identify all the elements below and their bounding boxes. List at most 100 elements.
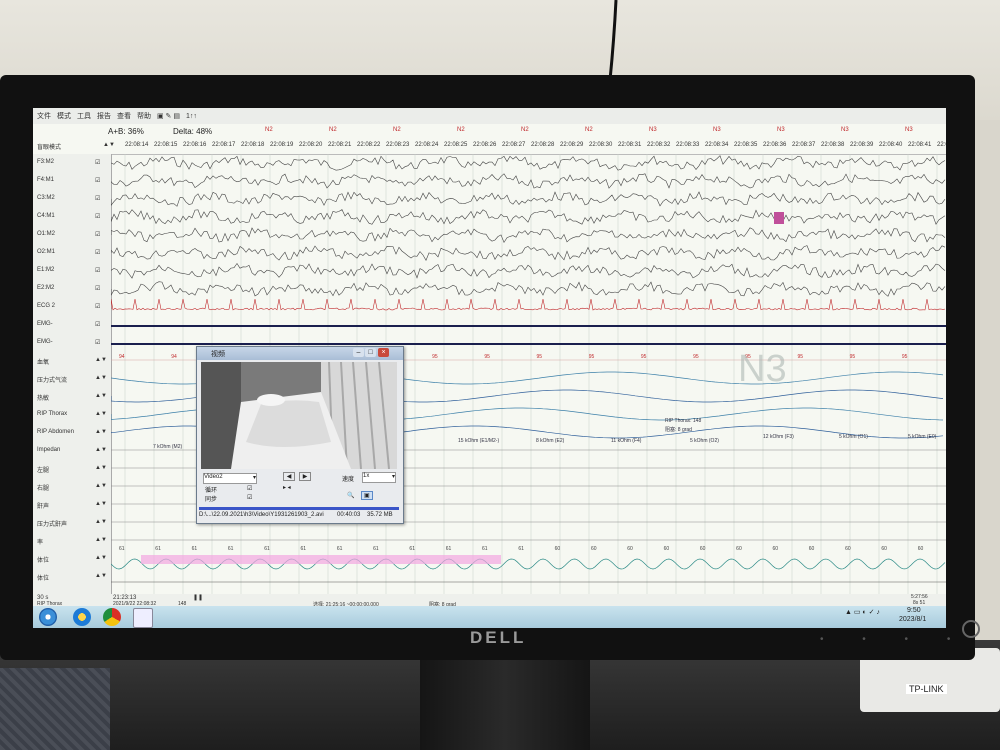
video-window-title: 视频 bbox=[211, 351, 225, 358]
clock-date[interactable]: 2023/8/1 bbox=[899, 616, 926, 623]
channel-control[interactable]: ▲▼ bbox=[95, 573, 107, 579]
menu-mode[interactable]: 模式 bbox=[57, 111, 71, 121]
next-frame-button[interactable]: ▶ bbox=[299, 472, 311, 481]
prev-frame-button[interactable]: ◀ bbox=[283, 472, 295, 481]
video-window-titlebar[interactable]: 视频 – □ × bbox=[197, 347, 403, 360]
tray-icons[interactable]: ▲ ▭ ◐ ✓ ♪ bbox=[845, 609, 880, 616]
channel-control[interactable]: ▲▼ bbox=[95, 465, 107, 471]
channel-row[interactable]: EMG- ☑ bbox=[33, 316, 111, 334]
chrome-icon[interactable] bbox=[103, 608, 121, 626]
channel-control[interactable]: ☑ bbox=[95, 339, 100, 346]
channel-row[interactable]: C3:M2 ☑ bbox=[33, 190, 111, 208]
time-tick: 22:08:18 bbox=[241, 142, 265, 148]
channel-row[interactable]: EMG- ☑ bbox=[33, 334, 111, 352]
step-icons[interactable]: ▸ ◂ bbox=[283, 484, 291, 491]
channel-control[interactable]: ▲▼ bbox=[95, 501, 107, 507]
menu-tools[interactable]: 工具 bbox=[77, 111, 91, 121]
minimize-button[interactable]: – bbox=[353, 348, 364, 357]
menu-help[interactable]: 帮助 bbox=[137, 111, 151, 121]
delta-ratio: Delta: 48% bbox=[173, 127, 213, 136]
power-button[interactable] bbox=[962, 620, 980, 638]
sleep-stage-label: N2 bbox=[521, 127, 529, 133]
channel-row[interactable]: 压力式气流 ▲▼ bbox=[33, 370, 111, 388]
clock-time[interactable]: 9:50 bbox=[907, 607, 921, 614]
hr-value: 61 bbox=[518, 546, 524, 552]
speed-select[interactable]: 1x ▾ bbox=[362, 472, 396, 483]
impedance-label: 8 kOhm (E2) bbox=[536, 438, 565, 444]
channel-control[interactable]: ☑ bbox=[95, 303, 100, 310]
channel-control[interactable]: ▲▼ bbox=[95, 411, 107, 417]
channel-control[interactable]: ▲▼ bbox=[95, 429, 107, 435]
menu-view[interactable]: 查看 bbox=[117, 111, 131, 121]
channel-row[interactable]: ECG 2 ☑ bbox=[33, 298, 111, 316]
channel-row[interactable]: E2:M2 ☑ bbox=[33, 280, 111, 298]
channel-control[interactable]: ▲▼ bbox=[95, 555, 107, 561]
channel-control[interactable]: ☑ bbox=[95, 159, 100, 166]
channel-row[interactable]: 右腿 ▲▼ bbox=[33, 478, 111, 496]
channel-row[interactable]: RIP Thorax ▲▼ bbox=[33, 406, 111, 424]
time-tick: 22:08:26 bbox=[473, 142, 497, 148]
video-progress[interactable] bbox=[199, 507, 399, 510]
channel-row[interactable]: 压力式鼾声 ▲▼ bbox=[33, 514, 111, 532]
time-tick: 22:08:23 bbox=[386, 142, 410, 148]
channel-control[interactable]: ☑ bbox=[95, 321, 100, 328]
channel-control[interactable]: ☑ bbox=[95, 267, 100, 274]
video-source-select[interactable]: Video2 ▾ bbox=[203, 473, 257, 484]
channel-row[interactable]: 鼾声 ▲▼ bbox=[33, 496, 111, 514]
channel-control[interactable]: ☑ bbox=[95, 249, 100, 256]
channel-row[interactable]: Impedan ▲▼ bbox=[33, 442, 111, 460]
channel-label: 鼾声 bbox=[37, 504, 50, 510]
snapshot-icon[interactable]: ▣ bbox=[361, 491, 373, 500]
channel-row[interactable]: F3:M2 ☑ bbox=[33, 154, 111, 172]
event-marker[interactable] bbox=[774, 212, 784, 224]
channel-row[interactable]: O1:M2 ☑ bbox=[33, 226, 111, 244]
channel-row[interactable]: 体位 ▲▼ bbox=[33, 550, 111, 568]
channel-row[interactable]: 左腿 ▲▼ bbox=[33, 460, 111, 478]
hr-value: 61 bbox=[409, 546, 415, 552]
channel-label: 体位 bbox=[37, 576, 50, 582]
channel-row[interactable]: 率 ▲▼ bbox=[33, 532, 111, 550]
channel-control[interactable]: ▲▼ bbox=[95, 483, 107, 489]
menu-report[interactable]: 报告 bbox=[97, 111, 111, 121]
channel-control[interactable]: ☑ bbox=[95, 195, 100, 202]
channel-control[interactable]: ▲▼ bbox=[95, 393, 107, 399]
toolbar-extra[interactable]: 1↑↑ bbox=[186, 113, 197, 120]
channel-control[interactable]: ☑ bbox=[95, 177, 100, 184]
channel-control[interactable]: ▲▼ bbox=[95, 519, 107, 525]
channel-control[interactable]: ▲▼ bbox=[95, 375, 107, 381]
pause-icon[interactable]: ❚❚ bbox=[193, 594, 203, 601]
channel-control[interactable]: ☑ bbox=[95, 231, 100, 238]
channel-row[interactable]: C4:M1 ☑ bbox=[33, 208, 111, 226]
channel-row[interactable]: RIP Abdomen ▲▼ bbox=[33, 424, 111, 442]
sync-checkbox[interactable]: ☑ bbox=[247, 494, 252, 501]
channel-row[interactable]: F4:M1 ☑ bbox=[33, 172, 111, 190]
maximize-button[interactable]: □ bbox=[365, 348, 376, 357]
app-icon[interactable] bbox=[133, 608, 153, 628]
close-button[interactable]: × bbox=[378, 348, 389, 357]
channel-control[interactable]: ▲▼ bbox=[95, 357, 107, 363]
nav-arrows[interactable]: ▲▼ bbox=[103, 142, 115, 148]
channel-control[interactable]: ▲▼ bbox=[95, 537, 107, 543]
channel-row[interactable]: 体位 ▲▼ bbox=[33, 568, 111, 586]
channel-row[interactable]: 热敏 ▲▼ bbox=[33, 388, 111, 406]
start-button[interactable] bbox=[39, 608, 57, 626]
channel-control[interactable]: ☑ bbox=[95, 213, 100, 220]
channel-row[interactable]: 血氧 ▲▼ bbox=[33, 352, 111, 370]
menu-file[interactable]: 文件 bbox=[37, 111, 51, 121]
toolbar-icon[interactable]: ▣ ✎ ▤ bbox=[157, 112, 180, 120]
event-highlight[interactable] bbox=[141, 555, 501, 564]
channel-label: E1:M2 bbox=[37, 267, 55, 273]
channel-row[interactable]: E1:M2 ☑ bbox=[33, 262, 111, 280]
zoom-icon[interactable]: 🔍 bbox=[347, 492, 354, 499]
monitor-buttons[interactable]: • • • • bbox=[820, 634, 968, 645]
channel-label: 体位 bbox=[37, 558, 50, 564]
spo2-value: 94 bbox=[119, 354, 125, 360]
hr-value: 61 bbox=[155, 546, 161, 552]
loop-checkbox[interactable]: ☑ bbox=[247, 485, 252, 492]
video-window[interactable]: 视频 – □ × Video2 ▾ 循环 ☑ 同步 ☑ ◀ ▶ ▸ ◂ 速度 1… bbox=[196, 346, 404, 524]
channel-control[interactable]: ☑ bbox=[95, 285, 100, 292]
channel-row[interactable]: O2:M1 ☑ bbox=[33, 244, 111, 262]
monitor-brand: DELL bbox=[470, 628, 527, 647]
ie-icon[interactable] bbox=[73, 608, 91, 626]
channel-control[interactable]: ▲▼ bbox=[95, 447, 107, 453]
